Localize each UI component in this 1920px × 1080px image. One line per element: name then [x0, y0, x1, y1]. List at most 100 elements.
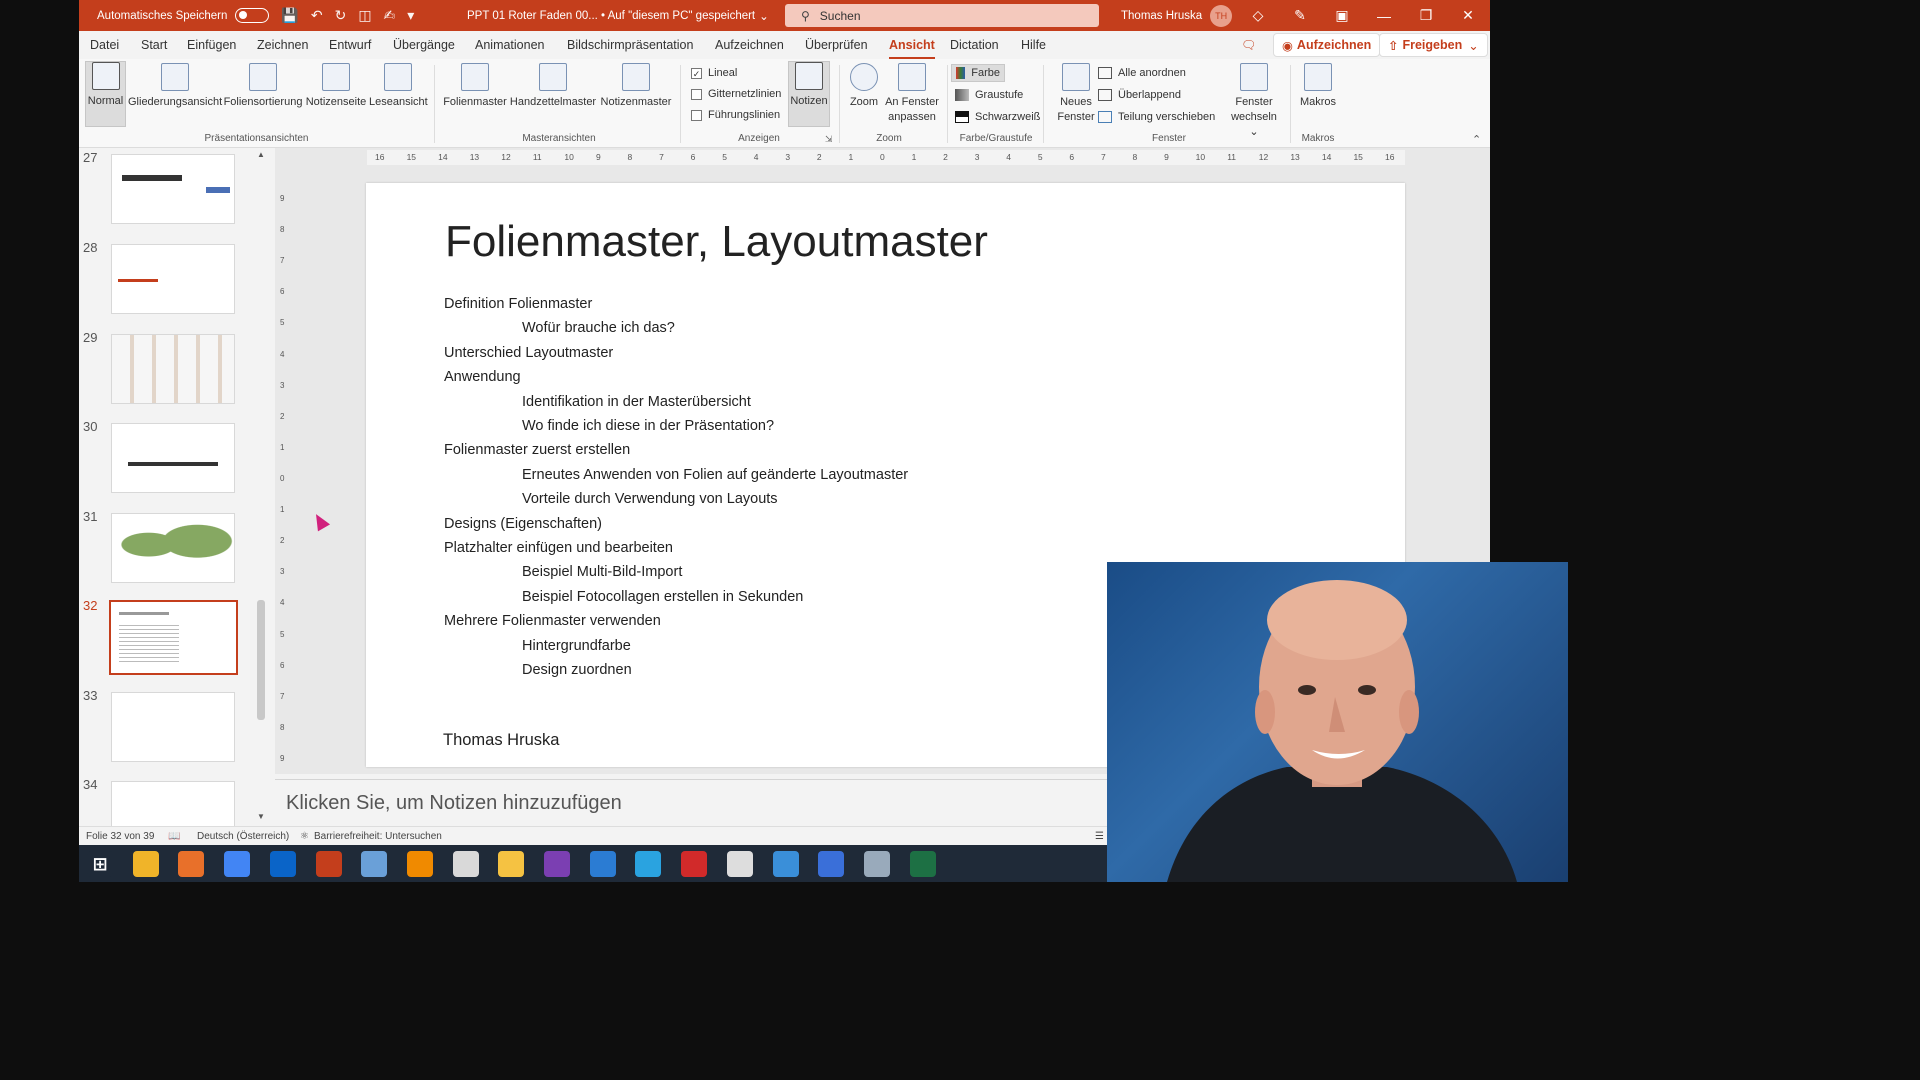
bullet-level-1[interactable]: Folienmaster zuerst erstellen — [444, 442, 630, 458]
notes-toggle-button[interactable]: Notizen — [788, 61, 830, 127]
fit-to-window-button[interactable]: An Fenster anpassen — [883, 63, 941, 125]
present-icon[interactable]: ◫ — [358, 7, 371, 24]
comments-icon[interactable]: 🗨 — [1241, 38, 1256, 52]
windows-start-icon[interactable]: ⊞ — [87, 851, 113, 877]
bullet-level-1[interactable]: Definition Folienmaster — [444, 296, 592, 312]
spellcheck-icon[interactable]: 📖 — [168, 831, 180, 842]
outline-view-button[interactable]: Gliederungsansicht — [128, 63, 222, 110]
arrange-all-button[interactable]: Alle anordnen — [1098, 67, 1186, 79]
scrollbar-thumb[interactable] — [257, 600, 265, 720]
app-icon[interactable] — [863, 851, 890, 877]
tab-aufzeichnen[interactable]: Aufzeichnen — [715, 38, 784, 52]
slide-thumbnail-current[interactable] — [109, 600, 238, 675]
bullet-level-1[interactable]: Mehrere Folienmaster verwenden — [444, 613, 661, 629]
tab-entwurf[interactable]: Entwurf — [329, 38, 371, 52]
app-icon[interactable] — [772, 851, 799, 877]
macros-button[interactable]: Makros — [1296, 63, 1340, 110]
bullet-level-2[interactable]: Hintergrundfarbe — [522, 638, 631, 654]
chrome-icon[interactable] — [224, 851, 251, 877]
excel-icon[interactable] — [909, 851, 936, 877]
bullet-level-2[interactable]: Identifikation in der Masterübersicht — [522, 394, 751, 410]
bullet-level-1[interactable]: Anwendung — [444, 369, 521, 385]
tab-datei[interactable]: Datei — [90, 38, 119, 52]
minimize-icon[interactable]: — — [1363, 0, 1405, 31]
tab-uebergaenge[interactable]: Übergänge — [393, 38, 455, 52]
slide-title[interactable]: Folienmaster, Layoutmaster — [445, 217, 988, 267]
slide-master-button[interactable]: Folienmaster — [441, 63, 509, 110]
guides-checkbox[interactable]: Führungslinien — [691, 109, 780, 121]
outlook-icon[interactable] — [269, 851, 296, 877]
close-icon[interactable]: ✕ — [1447, 0, 1489, 31]
tab-hilfe[interactable]: Hilfe — [1021, 38, 1046, 52]
notes-icon[interactable]: ☰ — [1095, 831, 1104, 842]
slide-thumbnail[interactable] — [111, 154, 235, 224]
slide-thumbnail[interactable] — [111, 244, 235, 314]
bullet-level-2[interactable]: Design zuordnen — [522, 662, 632, 678]
customize-quick-access-icon[interactable]: ▾ — [407, 7, 414, 24]
file-explorer-icon[interactable] — [132, 851, 159, 877]
search-box[interactable]: ⚲ Suchen — [785, 4, 1099, 27]
switch-window-button[interactable]: Fenster wechseln ⌄ — [1225, 63, 1283, 140]
undo-icon[interactable]: ↶ — [311, 7, 323, 24]
bullet-level-2[interactable]: Wo finde ich diese in der Präsentation? — [522, 418, 774, 434]
firefox-icon[interactable] — [178, 851, 205, 877]
touch-mode-icon[interactable]: ✍ — [384, 7, 396, 24]
pen-icon[interactable]: ✎ — [1279, 0, 1321, 31]
avatar[interactable]: TH — [1210, 4, 1233, 27]
bullet-level-1[interactable]: Platzhalter einfügen und bearbeiten — [444, 540, 673, 556]
dialog-launcher-icon[interactable]: ⇲ — [825, 134, 833, 145]
tab-einfuegen[interactable]: Einfügen — [187, 38, 236, 52]
scroll-down-icon[interactable]: ▼ — [257, 812, 265, 821]
user-name[interactable]: Thomas Hruska — [1121, 10, 1202, 22]
bullet-level-1[interactable]: Unterschied Layoutmaster — [444, 345, 613, 361]
slide-thumbnail[interactable] — [111, 781, 235, 826]
app-icon[interactable] — [726, 851, 753, 877]
vlc-icon[interactable] — [406, 851, 433, 877]
tab-start[interactable]: Start — [141, 38, 167, 52]
powerpoint-icon[interactable] — [315, 851, 342, 877]
app-icon[interactable] — [361, 851, 388, 877]
black-white-button[interactable]: Schwarzweiß — [955, 111, 1040, 123]
gridlines-checkbox[interactable]: Gitternetzlinien — [691, 88, 781, 100]
ruler-checkbox[interactable]: ✓ Lineal — [691, 67, 737, 79]
tab-ueberpruefen[interactable]: Überprüfen — [805, 38, 868, 52]
bullet-level-2[interactable]: Wofür brauche ich das? — [522, 320, 675, 336]
accessibility-status[interactable]: Barrierefreiheit: Untersuchen — [314, 831, 442, 842]
tab-dictation[interactable]: Dictation — [950, 38, 999, 52]
zoom-button[interactable]: Zoom — [845, 63, 883, 110]
diamond-icon[interactable]: ◇ — [1237, 0, 1279, 31]
tab-zeichnen[interactable]: Zeichnen — [257, 38, 308, 52]
bullet-level-2[interactable]: Beispiel Multi-Bild-Import — [522, 564, 682, 580]
color-button[interactable]: Farbe — [951, 64, 1005, 82]
redo-icon[interactable]: ↻ — [335, 7, 347, 24]
slide-thumbnail[interactable] — [111, 692, 235, 762]
notes-page-button[interactable]: Notizenseite — [304, 63, 368, 110]
normal-view-button[interactable]: Normal — [85, 61, 126, 127]
handout-master-button[interactable]: Handzettelmaster — [509, 63, 597, 110]
onenote-icon[interactable] — [544, 851, 570, 877]
record-button[interactable]: ◉ Aufzeichnen — [1273, 33, 1381, 57]
bullet-level-1[interactable]: Designs (Eigenschaften) — [444, 516, 602, 532]
app-icon[interactable] — [818, 851, 845, 877]
acrobat-icon[interactable] — [681, 851, 708, 877]
thumbnail-scrollbar[interactable]: ▲ ▼ — [255, 148, 267, 826]
cascade-button[interactable]: Überlappend — [1098, 89, 1181, 101]
notes-master-button[interactable]: Notizenmaster — [599, 63, 673, 110]
app-icon[interactable] — [452, 851, 479, 877]
tab-ansicht[interactable]: Ansicht — [889, 38, 935, 59]
scroll-up-icon[interactable]: ▲ — [257, 150, 265, 159]
restore-icon[interactable]: ❐ — [1405, 0, 1447, 31]
bullet-level-2[interactable]: Vorteile durch Verwendung von Layouts — [522, 491, 778, 507]
ribbon-display-icon[interactable]: ▣ — [1321, 0, 1363, 31]
move-split-button[interactable]: Teilung verschieben — [1098, 111, 1215, 123]
slide-thumbnail-world-map[interactable] — [111, 513, 235, 583]
language-status[interactable]: Deutsch (Österreich) — [197, 831, 289, 842]
app-icon[interactable] — [498, 851, 525, 877]
slide-sorter-button[interactable]: Foliensortierung — [223, 63, 303, 110]
collapse-ribbon-icon[interactable]: ⌃ — [1472, 133, 1481, 146]
share-button[interactable]: ⇧ Freigeben ⌄ — [1379, 33, 1488, 57]
file-title[interactable]: PPT 01 Roter Faden 00... • Auf "diesem P… — [467, 10, 755, 22]
visio-icon[interactable] — [589, 851, 616, 877]
save-icon[interactable]: 💾 — [281, 7, 298, 24]
slide-thumbnail[interactable] — [111, 423, 235, 493]
